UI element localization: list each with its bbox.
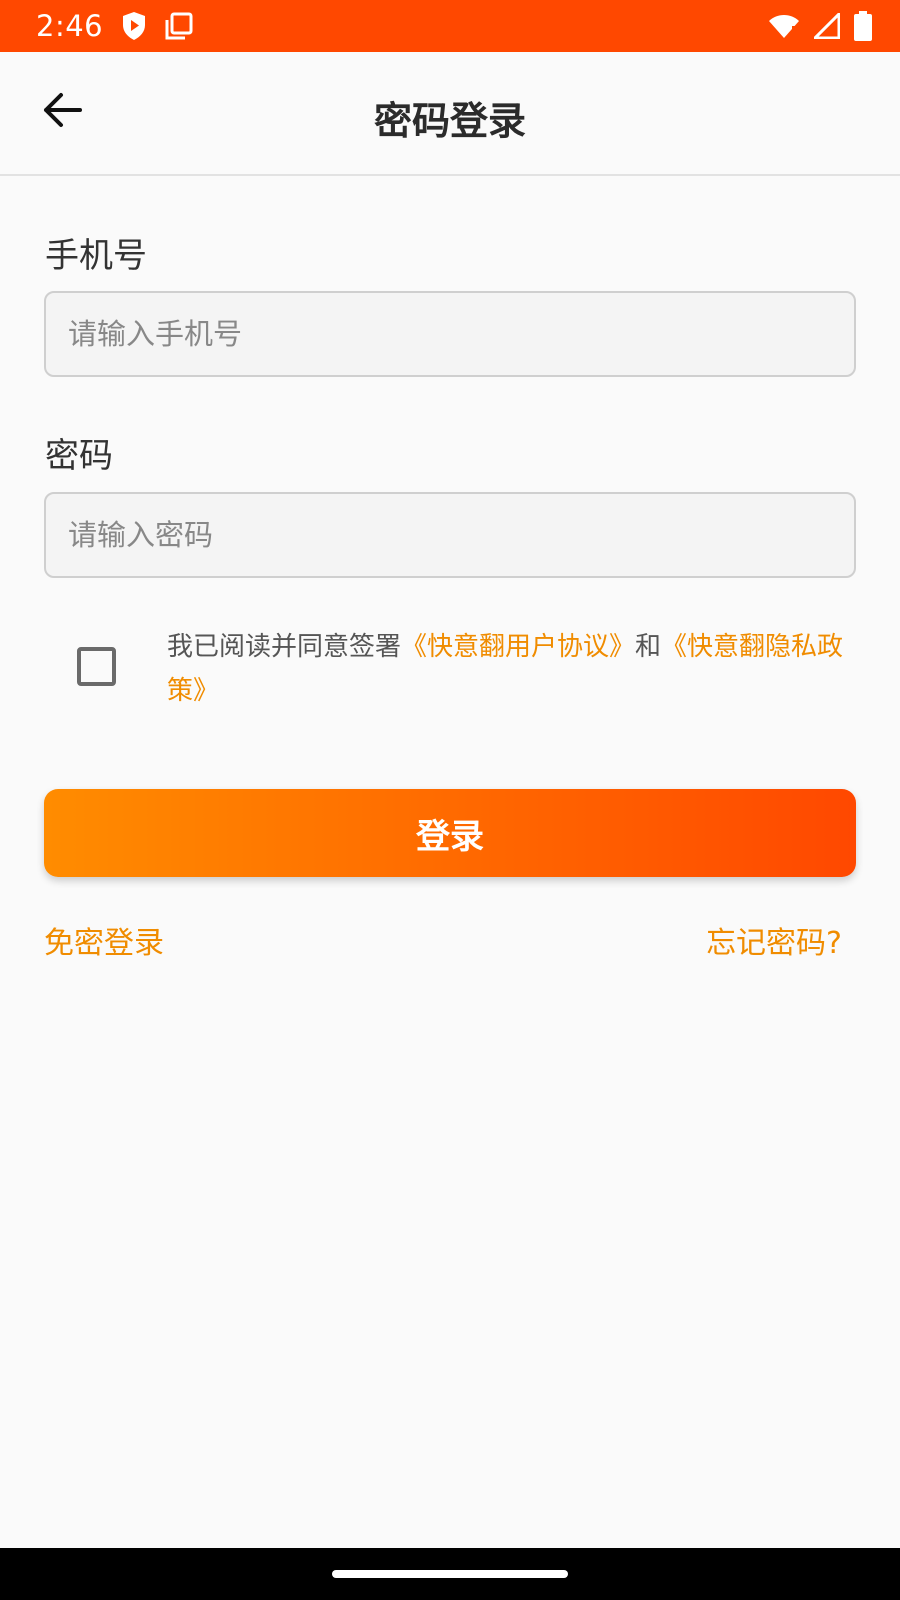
agreement-prefix: 我已阅读并同意签署 [167,632,402,662]
phone-input[interactable] [68,317,832,351]
status-left-group: 2:46 [36,9,193,43]
agreement-connector: 和 [635,632,662,662]
status-bar: 2:46 [0,0,900,52]
agreement-checkbox[interactable] [77,647,116,686]
user-agreement-link[interactable]: 《快意翻用户协议》 [401,632,635,662]
wifi-icon [768,13,800,39]
screenshot-icon [165,12,193,40]
password-input[interactable] [68,518,832,552]
page-title: 密码登录 [373,99,526,143]
signal-icon [814,13,840,39]
agreement-row: 我已阅读并同意签署《快意翻用户协议》和《快意翻隐私政策》 [0,625,900,706]
phone-input-box[interactable] [44,291,856,377]
status-right-group [768,11,872,41]
agreement-text: 我已阅读并同意签署《快意翻用户协议》和《快意翻隐私政策》 [167,625,847,713]
phone-label: 手机号 [45,236,147,276]
system-nav-bar [0,1548,900,1600]
shield-play-icon [121,11,147,41]
app-bar: 密码登录 [0,52,900,176]
passwordless-login-link[interactable]: 免密登录 [44,918,164,962]
forgot-password-link[interactable]: 忘记密码? [706,918,842,962]
status-time: 2:46 [36,9,104,43]
password-label: 密码 [45,436,113,476]
home-indicator[interactable] [332,1570,568,1578]
login-button[interactable]: 登录 [44,789,856,877]
battery-icon [854,11,872,41]
password-input-box[interactable] [44,492,856,578]
